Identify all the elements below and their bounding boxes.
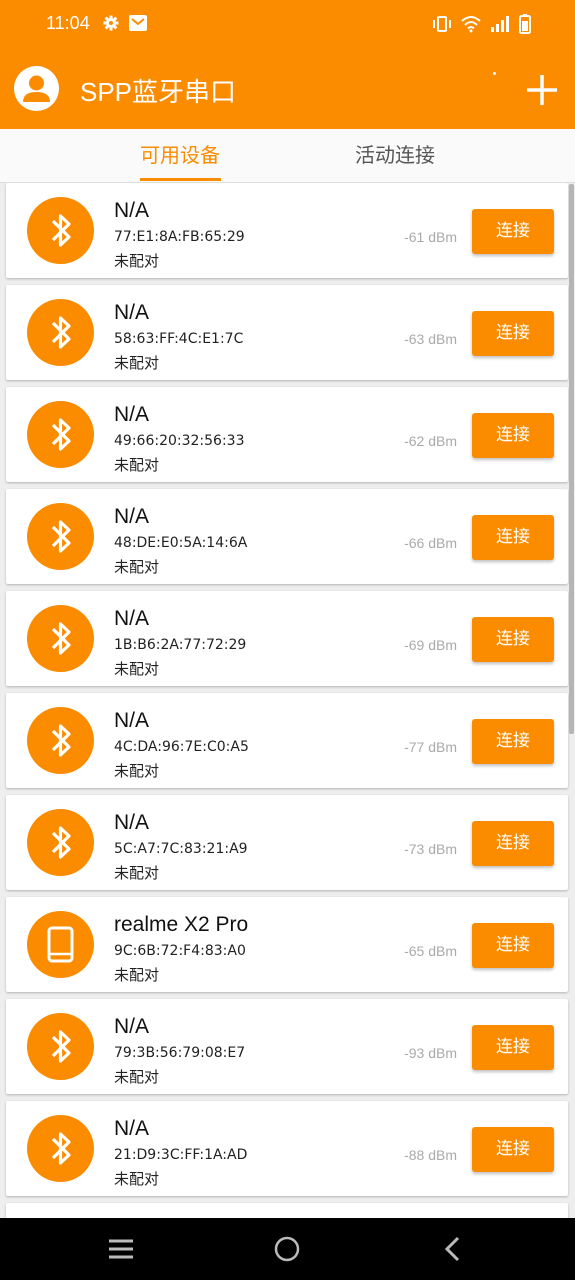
device-address: 49:66:20:32:56:33	[114, 433, 245, 449]
tab-indicator	[140, 178, 221, 181]
device-rssi: -93 dBm	[404, 1045, 457, 1061]
battery-icon	[519, 14, 531, 38]
device-pair-status: 未配对	[114, 252, 160, 270]
scrollbar[interactable]	[569, 184, 574, 734]
connect-button[interactable]: 连接	[472, 209, 554, 254]
connect-button[interactable]: 连接	[472, 719, 554, 764]
device-address: 77:E1:8A:FB:65:29	[114, 229, 245, 245]
signal-icon	[490, 15, 510, 37]
phone-icon	[27, 911, 94, 978]
device-rssi: -66 dBm	[404, 535, 457, 551]
device-pair-status: 未配对	[114, 762, 160, 780]
device-name: N/A	[114, 301, 150, 324]
device-pair-status: 未配对	[114, 1170, 160, 1188]
device-address: 5C:A7:7C:83:21:A9	[114, 841, 248, 857]
bluetooth-icon	[27, 299, 94, 366]
device-address: 48:DE:E0:5A:14:6A	[114, 535, 248, 551]
device-card[interactable]: N/A 1B:B6:2A:77:72:29 未配对 -69 dBm 连接	[6, 591, 568, 686]
device-list[interactable]: N/A 77:E1:8A:FB:65:29 未配对 -61 dBm 连接 N/A 58:63…	[0, 183, 575, 1218]
tab-active-connections[interactable]: 活动连接	[340, 129, 450, 182]
device-rssi: -63 dBm	[404, 331, 457, 347]
device-card-partial[interactable]	[6, 1203, 568, 1218]
device-address: 21:D9:3C:FF:1A:AD	[114, 1147, 248, 1163]
device-card[interactable]: N/A 48:DE:E0:5A:14:6A 未配对 -66 dBm 连接	[6, 489, 568, 584]
bluetooth-icon	[27, 503, 94, 570]
app-title: SPP蓝牙串口	[80, 77, 237, 107]
device-name: N/A	[114, 1015, 150, 1038]
device-card[interactable]: N/A 21:D9:3C:FF:1A:AD 未配对 -88 dBm 连接	[6, 1101, 568, 1196]
device-name: N/A	[114, 1117, 150, 1140]
device-pair-status: 未配对	[114, 1068, 160, 1086]
device-name: N/A	[114, 403, 150, 426]
home-icon[interactable]	[270, 1232, 304, 1266]
bluetooth-icon	[27, 707, 94, 774]
device-rssi: -61 dBm	[404, 229, 457, 245]
connect-button[interactable]: 连接	[472, 311, 554, 356]
status-bar: 11:04	[0, 0, 575, 48]
device-pair-status: 未配对	[114, 354, 160, 372]
nav-bar	[0, 1218, 575, 1280]
device-pair-status: 未配对	[114, 660, 160, 678]
device-rssi: -73 dBm	[404, 841, 457, 857]
bluetooth-icon	[27, 605, 94, 672]
status-time: 11:04	[46, 13, 90, 33]
device-card[interactable]: N/A 5C:A7:7C:83:21:A9 未配对 -73 dBm 连接	[6, 795, 568, 890]
device-name: N/A	[114, 607, 150, 630]
add-button[interactable]	[522, 70, 562, 110]
device-name: N/A	[114, 199, 150, 222]
device-rssi: -62 dBm	[404, 433, 457, 449]
device-rssi: -65 dBm	[404, 943, 457, 959]
device-name: N/A	[114, 811, 150, 834]
device-pair-status: 未配对	[114, 966, 160, 984]
connect-button[interactable]: 连接	[472, 617, 554, 662]
device-name: N/A	[114, 709, 150, 732]
bluetooth-icon	[27, 1013, 94, 1080]
device-address: 4C:DA:96:7E:C0:A5	[114, 739, 249, 755]
back-icon[interactable]	[436, 1232, 470, 1266]
bluetooth-icon	[27, 1115, 94, 1182]
plus-icon	[527, 75, 557, 105]
account-icon[interactable]	[14, 66, 59, 111]
device-card[interactable]: N/A 58:63:FF:4C:E1:7C 未配对 -63 dBm 连接	[6, 285, 568, 380]
tab-bar: 可用设备 活动连接	[0, 129, 575, 183]
gear-icon	[103, 15, 119, 35]
device-rssi: -69 dBm	[404, 637, 457, 653]
device-pair-status: 未配对	[114, 456, 160, 474]
device-card[interactable]: realme X2 Pro 9C:6B:72:F4:83:A0 未配对 -65 dBm…	[6, 897, 568, 992]
device-rssi: -88 dBm	[404, 1147, 457, 1163]
connect-button[interactable]: 连接	[472, 413, 554, 458]
bluetooth-icon	[27, 197, 94, 264]
device-address: 9C:6B:72:F4:83:A0	[114, 943, 246, 959]
connect-button[interactable]: 连接	[472, 1127, 554, 1172]
device-name: realme X2 Pro	[114, 913, 249, 936]
device-card[interactable]: N/A 4C:DA:96:7E:C0:A5 未配对 -77 dBm 连接	[6, 693, 568, 788]
bluetooth-icon	[27, 809, 94, 876]
device-pair-status: 未配对	[114, 864, 160, 882]
device-name: N/A	[114, 505, 150, 528]
connect-button[interactable]: 连接	[472, 821, 554, 866]
device-card[interactable]: N/A 79:3B:56:79:08:E7 未配对 -93 dBm 连接	[6, 999, 568, 1094]
device-card[interactable]: N/A 49:66:20:32:56:33 未配对 -62 dBm 连接	[6, 387, 568, 482]
device-address: 58:63:FF:4C:E1:7C	[114, 331, 244, 347]
vibrate-icon	[432, 15, 452, 37]
bluetooth-icon	[27, 401, 94, 468]
connect-button[interactable]: 连接	[472, 515, 554, 560]
tab-available-devices[interactable]: 可用设备	[128, 129, 232, 182]
device-rssi: -77 dBm	[404, 739, 457, 755]
connect-button[interactable]: 连接	[472, 1025, 554, 1070]
device-card[interactable]: N/A 77:E1:8A:FB:65:29 未配对 -61 dBm 连接	[6, 183, 568, 278]
overflow-dot	[493, 72, 496, 75]
app-bar: SPP蓝牙串口	[0, 48, 575, 129]
connect-button[interactable]: 连接	[472, 923, 554, 968]
device-address: 1B:B6:2A:77:72:29	[114, 637, 247, 653]
menu-icon[interactable]	[104, 1232, 138, 1266]
device-address: 79:3B:56:79:08:E7	[114, 1045, 246, 1061]
wifi-icon	[461, 15, 481, 37]
mail-icon	[129, 14, 147, 36]
device-pair-status: 未配对	[114, 558, 160, 576]
